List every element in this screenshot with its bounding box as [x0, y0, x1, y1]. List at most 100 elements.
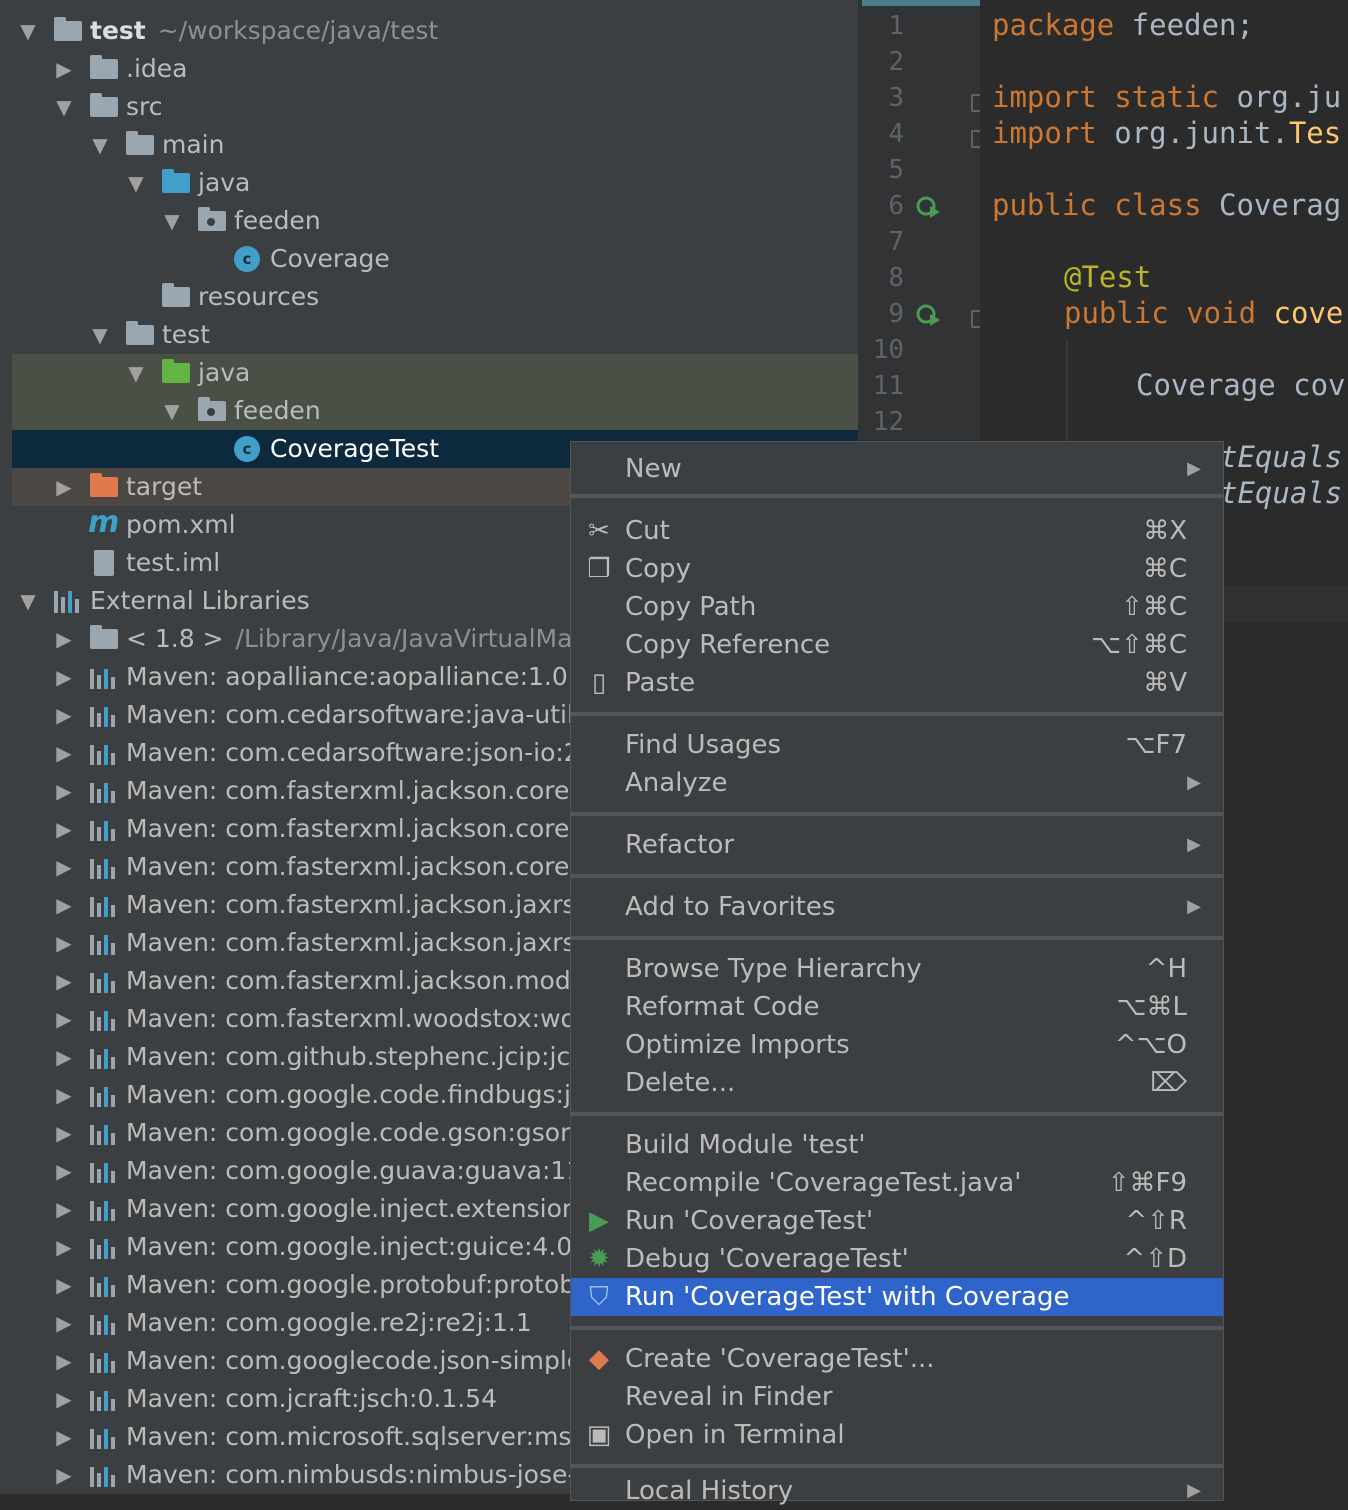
collapse-arrow-icon[interactable]: ▼ [88, 126, 112, 164]
expand-arrow-icon[interactable]: ▶ [52, 1304, 76, 1342]
submenu-arrow-icon: ▶ [1187, 834, 1201, 855]
expand-arrow-icon[interactable]: ▶ [52, 696, 76, 734]
expand-arrow-icon[interactable]: ▶ [52, 1342, 76, 1380]
collapse-arrow-icon[interactable]: ▼ [124, 354, 148, 392]
menu-item-copy-path[interactable]: Copy Path ⇧⌘C [571, 588, 1223, 626]
tree-row-test-java[interactable]: ▼ java [12, 354, 858, 392]
module-folder-icon [54, 17, 82, 41]
expand-arrow-icon[interactable]: ▶ [52, 810, 76, 848]
expand-arrow-icon[interactable]: ▶ [52, 50, 76, 88]
menu-item-local-history[interactable]: Local History ▶ [571, 1472, 1223, 1510]
tree-label: Maven: com.google.guava:guava:11. [126, 1156, 591, 1185]
tree-label: Maven: com.fasterxml.jackson.jaxrs: [126, 928, 584, 957]
collapse-arrow-icon[interactable]: ▼ [16, 582, 40, 620]
menu-item-run[interactable]: ▶ Run 'CoverageTest' ^⇧R [571, 1202, 1223, 1240]
menu-item-copy[interactable]: ❐ Copy ⌘C [571, 550, 1223, 588]
menu-item-optimize-imports[interactable]: Optimize Imports ^⌥O [571, 1026, 1223, 1064]
menu-item-paste[interactable]: ▯ Paste ⌘V [571, 664, 1223, 702]
menu-item-cut[interactable]: ✂ Cut ⌘X [571, 512, 1223, 550]
excluded-folder-icon [90, 473, 118, 497]
expand-arrow-icon[interactable]: ▶ [52, 468, 76, 506]
menu-separator [571, 494, 1223, 498]
menu-item-add-to-favorites[interactable]: Add to Favorites ▶ [571, 888, 1223, 926]
library-icon [90, 703, 118, 727]
tree-path: /Library/Java/JavaVirtualMac [235, 624, 587, 653]
expand-arrow-icon[interactable]: ▶ [52, 962, 76, 1000]
collapse-arrow-icon[interactable]: ▼ [88, 316, 112, 354]
tree-path: ~/workspace/java/test [157, 16, 439, 45]
menu-item-open-in-terminal[interactable]: ▣ Open in Terminal [571, 1416, 1223, 1454]
menu-item-reformat-code[interactable]: Reformat Code ⌥⌘L [571, 988, 1223, 1026]
library-icon [90, 855, 118, 879]
menu-item-create-config[interactable]: ◆ Create 'CoverageTest'... [571, 1340, 1223, 1378]
collapse-arrow-icon[interactable]: ▼ [124, 164, 148, 202]
expand-arrow-icon[interactable]: ▶ [52, 1152, 76, 1190]
expand-arrow-icon[interactable]: ▶ [52, 658, 76, 696]
package-icon [198, 207, 226, 231]
menu-item-refactor[interactable]: Refactor ▶ [571, 826, 1223, 864]
library-icon [90, 1083, 118, 1107]
expand-arrow-icon[interactable]: ▶ [52, 620, 76, 658]
expand-arrow-icon[interactable]: ▶ [52, 924, 76, 962]
line-number: 10 [872, 335, 904, 365]
submenu-arrow-icon: ▶ [1187, 896, 1201, 917]
context-menu[interactable]: New ▶ ✂ Cut ⌘X ❐ Copy ⌘C Copy Path ⇧⌘C Copy Re… [570, 441, 1224, 1506]
tree-label: Coverage [270, 244, 390, 273]
menu-item-new[interactable]: New ▶ [571, 450, 1223, 488]
expand-arrow-icon[interactable]: ▶ [52, 772, 76, 810]
collapse-arrow-icon[interactable]: ▼ [16, 12, 40, 50]
menu-item-find-usages[interactable]: Find Usages ⌥F7 [571, 726, 1223, 764]
tree-row-test-feeden[interactable]: ▼ feeden [12, 392, 858, 430]
test-source-folder-icon [162, 359, 190, 383]
expand-arrow-icon[interactable]: ▶ [52, 1456, 76, 1494]
tree-label: Maven: com.google.code.findbugs:js [126, 1080, 584, 1109]
menu-item-build-module[interactable]: Build Module 'test' [571, 1126, 1223, 1164]
clipboard-icon: ▯ [591, 668, 607, 698]
expand-arrow-icon[interactable]: ▶ [52, 886, 76, 924]
tree-row-idea[interactable]: ▶ .idea [12, 50, 858, 88]
expand-arrow-icon[interactable]: ▶ [52, 848, 76, 886]
tree-row-test[interactable]: ▼ test [12, 316, 858, 354]
expand-arrow-icon[interactable]: ▶ [52, 734, 76, 772]
run-test-gutter-icon[interactable] [916, 302, 942, 328]
collapse-arrow-icon[interactable]: ▼ [160, 392, 184, 430]
menu-item-delete[interactable]: Delete... ⌦ [571, 1064, 1223, 1102]
expand-arrow-icon[interactable]: ▶ [52, 1076, 76, 1114]
menu-item-reveal-in-finder[interactable]: Reveal in Finder [571, 1378, 1223, 1416]
expand-arrow-icon[interactable]: ▶ [52, 1038, 76, 1076]
expand-arrow-icon[interactable]: ▶ [52, 1266, 76, 1304]
tree-row-project-root[interactable]: ▼ test ~/workspace/java/test [12, 12, 858, 50]
class-icon: c [234, 246, 260, 272]
menu-item-run-with-coverage[interactable]: ⛉ Run 'CoverageTest' with Coverage [571, 1278, 1223, 1316]
run-test-gutter-icon[interactable] [916, 194, 942, 220]
collapse-arrow-icon[interactable]: ▼ [52, 88, 76, 126]
expand-arrow-icon[interactable]: ▶ [52, 1000, 76, 1038]
menu-item-recompile[interactable]: Recompile 'CoverageTest.java' ⇧⌘F9 [571, 1164, 1223, 1202]
expand-arrow-icon[interactable]: ▶ [52, 1380, 76, 1418]
menu-item-debug[interactable]: ✹ Debug 'CoverageTest' ^⇧D [571, 1240, 1223, 1278]
tree-label: Maven: com.fasterxml.jackson.jaxrs: [126, 890, 584, 919]
tree-row-coverage[interactable]: c Coverage [12, 240, 858, 278]
collapse-arrow-icon[interactable]: ▼ [160, 202, 184, 240]
tree-label: Maven: com.googlecode.json-simple [126, 1346, 583, 1375]
expand-arrow-icon[interactable]: ▶ [52, 1228, 76, 1266]
tree-row-resources[interactable]: resources [12, 278, 858, 316]
tree-row-main[interactable]: ▼ main [12, 126, 858, 164]
code-line-6: public class Coverag [992, 188, 1342, 222]
expand-arrow-icon[interactable]: ▶ [52, 1114, 76, 1152]
menu-item-browse-type-hierarchy[interactable]: Browse Type Hierarchy ^H [571, 950, 1223, 988]
library-icon [90, 1311, 118, 1335]
menu-item-copy-reference[interactable]: Copy Reference ⌥⇧⌘C [571, 626, 1223, 664]
tree-row-src[interactable]: ▼ src [12, 88, 858, 126]
menu-item-analyze[interactable]: Analyze ▶ [571, 764, 1223, 802]
line-number: 1 [888, 11, 904, 41]
library-icon [90, 893, 118, 917]
expand-arrow-icon[interactable]: ▶ [52, 1190, 76, 1228]
expand-arrow-icon[interactable]: ▶ [52, 1418, 76, 1456]
code-line-3: import static org.ju [992, 80, 1342, 114]
tree-row-main-feeden[interactable]: ▼ feeden [12, 202, 858, 240]
submenu-arrow-icon: ▶ [1187, 458, 1201, 479]
library-icon [90, 1235, 118, 1259]
submenu-arrow-icon: ▶ [1187, 772, 1201, 793]
tree-row-main-java[interactable]: ▼ java [12, 164, 858, 202]
